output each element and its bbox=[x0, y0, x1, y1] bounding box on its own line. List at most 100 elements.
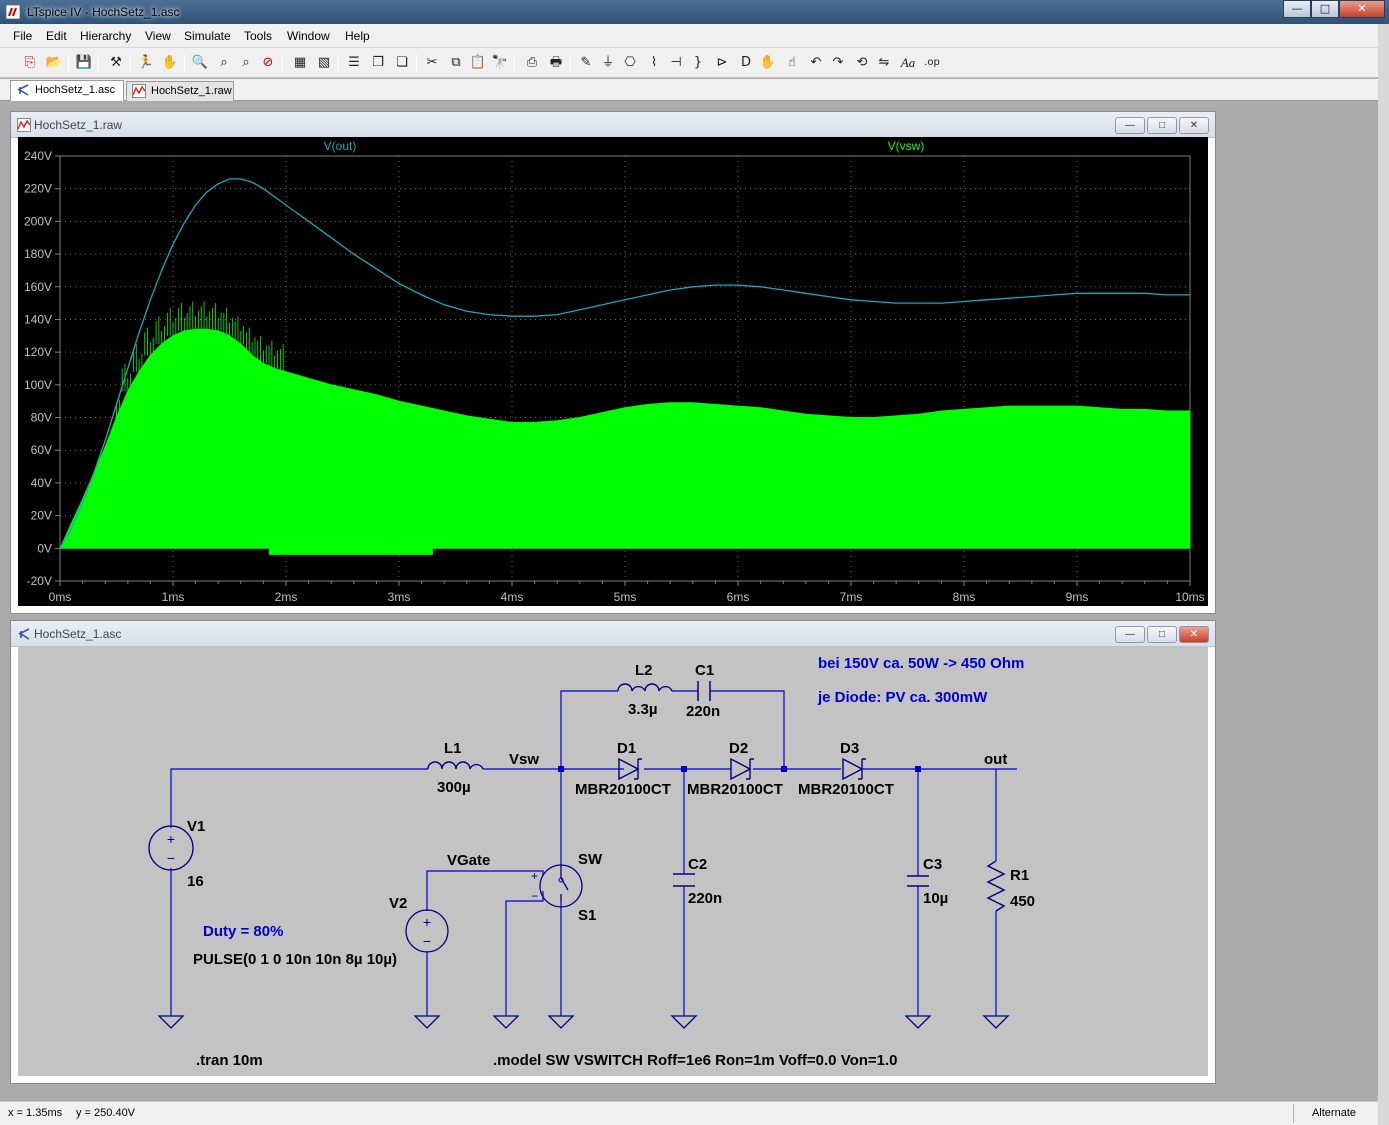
pan-icon[interactable]: ⌕ bbox=[214, 53, 234, 73]
save-icon[interactable]: 💾 bbox=[74, 53, 94, 73]
voltage-switch-s1[interactable]: + − SW S1 bbox=[531, 851, 603, 924]
mode-indicator: Alternate bbox=[1311, 1107, 1356, 1119]
rotate-icon[interactable]: ⟲ bbox=[852, 53, 872, 73]
ground-icon bbox=[157, 1015, 185, 1029]
minimize-button[interactable]: — bbox=[1283, 0, 1311, 18]
capacitor-c3[interactable]: C3 10µ bbox=[907, 856, 948, 907]
run-icon[interactable]: 🏃 bbox=[136, 53, 156, 73]
new-schematic-icon[interactable]: ⎘ bbox=[20, 53, 40, 73]
open-icon[interactable]: 📂 bbox=[44, 53, 64, 73]
paste-icon[interactable]: 📋 bbox=[468, 53, 488, 73]
cascade-icon[interactable]: ❐ bbox=[368, 53, 388, 73]
schematic-window-title: HochSetz_1.asc bbox=[34, 627, 122, 641]
trace-label-vsw[interactable]: V(vsw) bbox=[888, 139, 925, 153]
schematic-drawing[interactable]: + − V1 16 + − V2 PULSE(0 1 0 10n 10n 8µ … bbox=[18, 646, 1208, 1076]
d2-name: D2 bbox=[729, 740, 748, 757]
control-panel-icon[interactable]: ⚒ bbox=[106, 53, 126, 73]
tab-bar: HochSetz_1.asc HochSetz_1.raw bbox=[0, 79, 1378, 101]
waveform-plot[interactable]: 0ms 1ms 2ms 3ms 4ms 5ms 6ms 7ms 8ms 9ms 10ms -20V 0V… bbox=[18, 137, 1208, 606]
inductor-l1[interactable]: L1 300µ bbox=[427, 740, 484, 796]
menu-simulate[interactable]: Simulate bbox=[184, 29, 231, 43]
draw-wire-icon[interactable]: ✎ bbox=[576, 53, 596, 73]
schem-close-button[interactable]: ✕ bbox=[1179, 626, 1209, 643]
menu-help[interactable]: Help bbox=[345, 29, 370, 43]
capacitor-c2[interactable]: C2 220n bbox=[673, 856, 722, 907]
autorange-icon[interactable]: ▦ bbox=[290, 53, 310, 73]
redo-icon[interactable]: ↷ bbox=[828, 53, 848, 73]
x-tick-label: 5ms bbox=[614, 590, 637, 604]
resistor-icon[interactable]: ⌇ bbox=[644, 53, 664, 73]
zoom-in-icon[interactable]: 🔍 bbox=[190, 53, 210, 73]
ground-icon bbox=[670, 1015, 698, 1029]
schem-minimize-button[interactable]: — bbox=[1115, 626, 1145, 643]
resistor-r1[interactable]: R1 450 bbox=[986, 860, 1035, 912]
diode-icon[interactable]: ⊳ bbox=[712, 53, 732, 73]
schematic-canvas[interactable]: + − V1 16 + − V2 PULSE(0 1 0 10n 10n 8µ … bbox=[18, 646, 1208, 1076]
tile-horizontal-icon[interactable]: ☰ bbox=[344, 53, 364, 73]
schem-maximize-button[interactable]: □ bbox=[1147, 626, 1177, 643]
plot-maximize-button[interactable]: □ bbox=[1147, 117, 1177, 134]
c3-value: 10µ bbox=[923, 890, 948, 907]
cut-icon[interactable]: ✂ bbox=[422, 53, 442, 73]
menu-edit[interactable]: Edit bbox=[46, 29, 67, 43]
plot-close-button[interactable]: ✕ bbox=[1179, 117, 1209, 134]
ground-icon bbox=[547, 1015, 575, 1029]
inductor-l2[interactable]: L2 3.3µ bbox=[617, 662, 673, 718]
waveform-window-titlebar[interactable]: HochSetz_1.raw — □ ✕ bbox=[11, 112, 1215, 138]
y-tick-label: 80V bbox=[31, 411, 52, 425]
title-bar[interactable]: LTspice IV - HochSetz_1.asc — □ ✕ bbox=[0, 0, 1389, 24]
copy-icon[interactable]: ⧉ bbox=[446, 53, 466, 73]
waveform-plot-pane[interactable]: 0ms 1ms 2ms 3ms 4ms 5ms 6ms 7ms 8ms 9ms 10ms -20V 0V… bbox=[18, 137, 1208, 606]
inductor-icon[interactable]: } bbox=[688, 53, 708, 73]
print-icon[interactable]: 🖶 bbox=[546, 53, 566, 73]
comment-duty[interactable]: Duty = 80% bbox=[203, 923, 283, 940]
close-button[interactable]: ✕ bbox=[1339, 0, 1385, 18]
component-icon[interactable]: D bbox=[736, 53, 756, 73]
maximize-button[interactable]: □ bbox=[1311, 0, 1339, 18]
v1-value: 16 bbox=[187, 873, 204, 890]
y-tick-label: 140V bbox=[24, 312, 52, 326]
trace-label-vout[interactable]: V(out) bbox=[324, 139, 357, 153]
directive-tran[interactable]: .tran 10m bbox=[196, 1052, 263, 1069]
label-net-icon[interactable]: ⎔ bbox=[620, 53, 640, 73]
plot-minimize-button[interactable]: — bbox=[1115, 117, 1145, 134]
net-label-vsw[interactable]: Vsw bbox=[509, 751, 539, 768]
spice-directive-icon[interactable]: .op bbox=[922, 53, 942, 73]
s1-name: S1 bbox=[578, 907, 596, 924]
menu-window[interactable]: Window bbox=[287, 29, 330, 43]
ground-icon[interactable]: ⏚ bbox=[598, 53, 618, 73]
x-tick-label: 8ms bbox=[953, 590, 976, 604]
c3-name: C3 bbox=[923, 856, 942, 873]
mirror-icon[interactable]: ⇋ bbox=[874, 53, 894, 73]
comment-power[interactable]: bei 150V ca. 50W -> 450 Ohm bbox=[818, 655, 1024, 672]
x-tick-label: 9ms bbox=[1066, 590, 1089, 604]
x-tick-label: 2ms bbox=[275, 590, 298, 604]
schematic-window-titlebar[interactable]: HochSetz_1.asc — □ ✕ bbox=[11, 621, 1215, 647]
drag-icon[interactable]: ☝ bbox=[782, 53, 802, 73]
print-setup-icon[interactable]: ⎙ bbox=[522, 53, 542, 73]
tab-schematic[interactable]: HochSetz_1.asc bbox=[10, 80, 124, 101]
undo-icon[interactable]: ↶ bbox=[806, 53, 826, 73]
move-icon[interactable]: ✋ bbox=[758, 53, 778, 73]
menu-tools[interactable]: Tools bbox=[244, 29, 272, 43]
menu-view[interactable]: View bbox=[145, 29, 171, 43]
menu-hierarchy[interactable]: Hierarchy bbox=[80, 29, 131, 43]
voltage-source-v1[interactable]: + − V1 16 bbox=[148, 818, 205, 890]
menu-file[interactable]: File bbox=[13, 29, 32, 43]
zoom-cancel-icon[interactable]: ⊘ bbox=[258, 53, 278, 73]
zoom-out-icon[interactable]: ⌕ bbox=[236, 53, 256, 73]
tab-waveform[interactable]: HochSetz_1.raw bbox=[126, 81, 234, 101]
comment-diode[interactable]: je Diode: PV ca. 300mW bbox=[817, 689, 988, 706]
find-icon[interactable]: 🔭 bbox=[490, 53, 510, 73]
c1-name: C1 bbox=[695, 662, 714, 679]
y-tick-label: 160V bbox=[24, 280, 52, 294]
capacitor-icon[interactable]: ⊣ bbox=[666, 53, 686, 73]
trace-vsw-area bbox=[59, 328, 1191, 549]
net-label-out[interactable]: out bbox=[984, 751, 1007, 768]
halt-icon[interactable]: ✋ bbox=[160, 53, 180, 73]
text-icon[interactable]: Aa bbox=[898, 53, 918, 73]
grid-icon[interactable]: ▧ bbox=[314, 53, 334, 73]
net-label-vgate[interactable]: VGate bbox=[447, 852, 490, 869]
directive-model[interactable]: .model SW VSWITCH Roff=1e6 Ron=1m Voff=0… bbox=[493, 1052, 898, 1069]
tile-vertical-icon[interactable]: ❏ bbox=[392, 53, 412, 73]
